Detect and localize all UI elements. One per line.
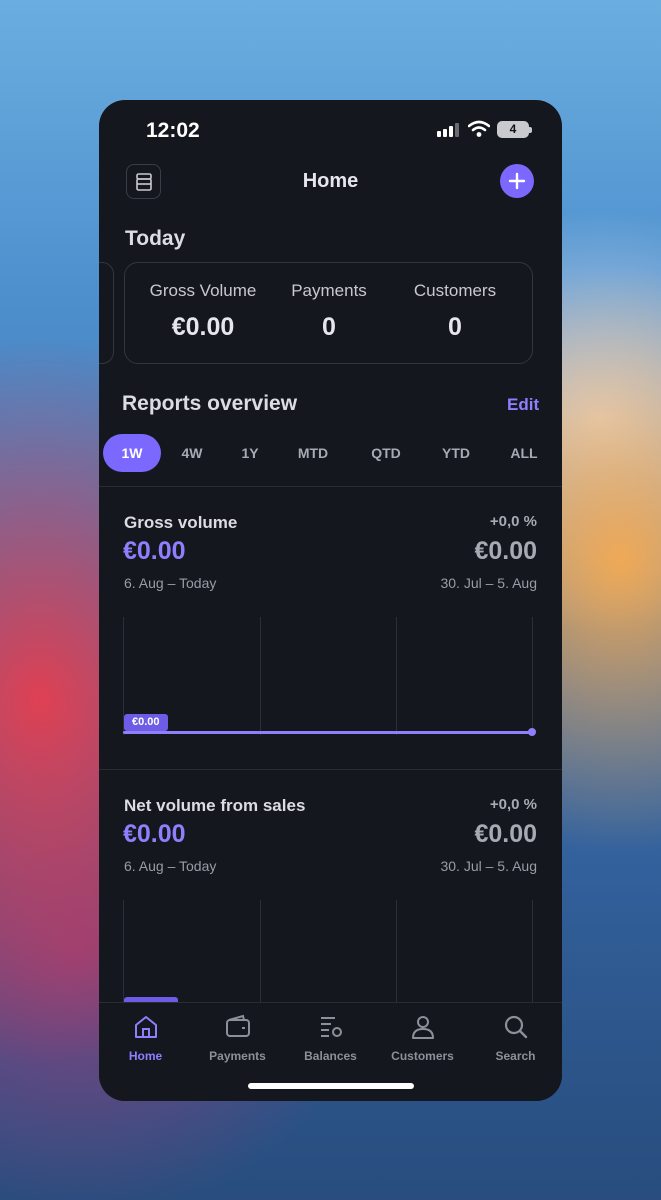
chart-gridline: [396, 900, 397, 1018]
report-previous-value: €0.00: [474, 537, 537, 565]
chart-gridline: [396, 617, 397, 735]
report-current-range: 6. Aug – Today: [124, 858, 217, 874]
reports-heading: Reports overview: [122, 392, 298, 415]
period-selector: 1W 4W 1Y MTD QTD YTD ALL: [103, 434, 562, 474]
period-1w[interactable]: 1W: [103, 434, 161, 472]
chart-gridline: [260, 617, 261, 735]
page-title: Home: [302, 170, 359, 192]
today-summary-card[interactable]: Gross Volume €0.00 Payments 0 Customers …: [124, 262, 533, 364]
report-previous-range: 30. Jul – 5. Aug: [440, 858, 537, 874]
chart-value-tag: €0.00: [124, 714, 168, 731]
person-icon: [411, 1016, 434, 1039]
metric-payments: Payments 0: [285, 281, 373, 342]
search-icon: [504, 1015, 527, 1039]
period-mtd[interactable]: MTD: [289, 434, 337, 472]
tab-label: Home: [128, 1049, 163, 1063]
report-previous-range: 30. Jul – 5. Aug: [440, 575, 537, 591]
tab-label: Customers: [391, 1049, 454, 1063]
chart-gridline: [532, 900, 533, 1018]
metric-value: €0.00: [171, 313, 235, 341]
wifi-icon: [468, 120, 490, 137]
tab-payments[interactable]: Payments: [191, 1011, 284, 1063]
home-indicator[interactable]: [248, 1083, 414, 1089]
chart-gridline: [532, 617, 533, 735]
battery-icon: 4: [497, 121, 532, 138]
report-title: Gross volume: [124, 513, 238, 532]
phone-screen: 12:02 4 Home Today Gross Volume €0.00 Pa…: [99, 100, 562, 1101]
metric-label: Customers: [413, 281, 497, 300]
status-time: 12:02: [146, 119, 200, 142]
report-change: +0,0 %: [489, 796, 537, 813]
chart-line: [123, 731, 532, 734]
metric-value: 0: [322, 313, 336, 341]
report-change: +0,0 %: [489, 513, 537, 530]
status-bar: 12:02 4: [99, 100, 562, 160]
metric-value: 0: [448, 313, 462, 341]
report-current-value: €0.00: [123, 820, 186, 848]
add-button[interactable]: [500, 164, 534, 198]
report-previous-value: €0.00: [474, 820, 537, 848]
wallet-icon: [225, 1014, 250, 1037]
battery-level: 4: [509, 122, 517, 136]
tab-label: Search: [495, 1049, 536, 1063]
report-current-range: 6. Aug – Today: [124, 575, 217, 591]
home-icon: [134, 1016, 157, 1038]
previous-card-stub[interactable]: [99, 262, 114, 364]
report-chart: €0.00: [123, 617, 536, 736]
tab-search[interactable]: Search: [469, 1011, 562, 1063]
tab-label: Payments: [209, 1049, 266, 1063]
edit-button[interactable]: Edit: [507, 395, 539, 415]
report-current-value: €0.00: [123, 537, 186, 565]
report-card-gross-volume[interactable]: Gross volume +0,0 % €0.00 €0.00 6. Aug –…: [99, 487, 562, 767]
metric-gross-volume: Gross Volume €0.00: [147, 281, 259, 342]
metric-label: Payments: [291, 281, 367, 300]
chart-gridline: [260, 900, 261, 1018]
tab-label: Balances: [304, 1049, 357, 1063]
period-4w[interactable]: 4W: [170, 434, 214, 472]
cellular-signal-icon: [437, 123, 459, 137]
metric-customers: Customers 0: [405, 281, 505, 342]
period-ytd[interactable]: YTD: [433, 434, 479, 472]
period-all[interactable]: ALL: [503, 434, 545, 472]
tab-home[interactable]: Home: [99, 1011, 192, 1063]
report-title: Net volume from sales: [124, 796, 306, 815]
tab-balances[interactable]: Balances: [284, 1011, 377, 1063]
balances-icon: [320, 1017, 342, 1037]
today-heading: Today: [125, 227, 186, 250]
period-1y[interactable]: 1Y: [229, 434, 271, 472]
tab-customers[interactable]: Customers: [376, 1011, 469, 1063]
plus-icon: [508, 172, 526, 190]
metric-label: Gross Volume: [149, 281, 257, 300]
period-qtd[interactable]: QTD: [362, 434, 410, 472]
chart-end-point: [528, 728, 536, 736]
report-chart: [123, 900, 535, 1018]
